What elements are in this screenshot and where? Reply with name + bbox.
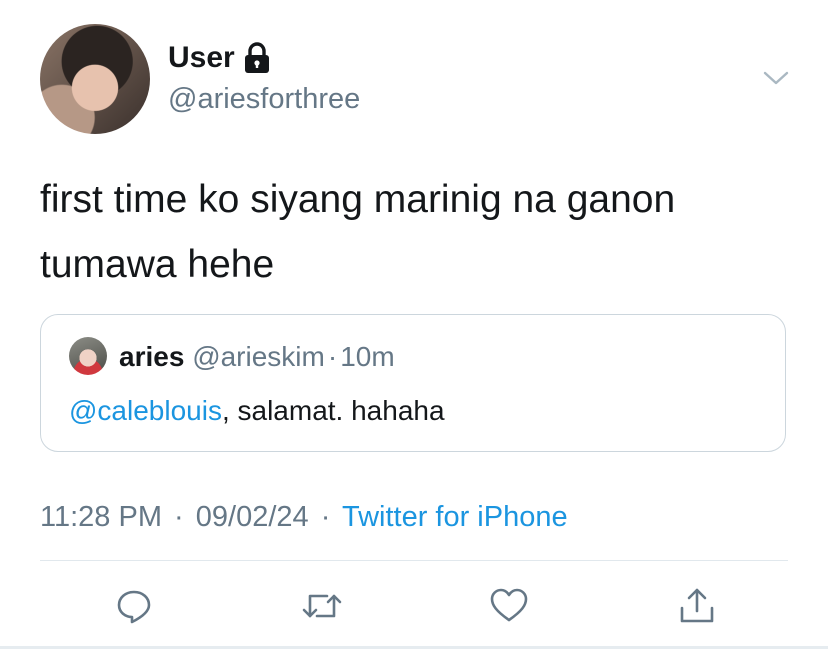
meta-separator-2: · xyxy=(320,501,331,533)
quoted-time-ago: 10m xyxy=(340,341,395,372)
tweet-date: 09/02/24 xyxy=(195,501,309,533)
quoted-separator: · xyxy=(327,341,338,372)
retweet-icon xyxy=(302,594,342,618)
share-icon xyxy=(680,588,714,623)
quoted-tweet-text: @caleblouis, salamat. hahaha xyxy=(69,393,445,429)
action-bar xyxy=(0,583,828,629)
author-handle[interactable]: @ariesforthree xyxy=(168,82,360,116)
tweet-text: first time ko siyang marinig na ganon tu… xyxy=(40,178,676,286)
quoted-mention-link[interactable]: @caleblouis xyxy=(69,395,222,426)
author-avatar[interactable] xyxy=(40,24,150,134)
quoted-text-rest: , salamat. hahaha xyxy=(221,395,445,426)
reply-icon xyxy=(117,590,151,624)
quoted-author-handle: @arieskim xyxy=(192,341,325,372)
reply-button[interactable] xyxy=(111,583,157,629)
quoted-author-avatar xyxy=(69,337,107,375)
tweet-time: 11:28 PM xyxy=(40,501,162,533)
retweet-button[interactable] xyxy=(299,583,345,629)
quoted-tweet[interactable]: aries @arieskim · 10m @caleblouis, salamat… xyxy=(40,314,786,452)
quoted-author-name: aries xyxy=(119,341,185,372)
divider xyxy=(40,560,788,561)
meta-separator-1: · xyxy=(174,501,184,533)
tweet-metadata: 11:28 PM · 09/02/24 · Twitter for iPhone xyxy=(40,499,568,535)
lock-icon xyxy=(244,42,269,73)
author-name[interactable]: User xyxy=(168,40,235,76)
quoted-tweet-header: aries @arieskim · 10m xyxy=(119,340,395,374)
author-name-row: User xyxy=(168,40,271,76)
heart-icon xyxy=(490,588,528,622)
tweet-source-link[interactable]: Twitter for iPhone xyxy=(342,501,568,533)
chevron-down-icon[interactable] xyxy=(763,68,789,88)
like-button[interactable] xyxy=(486,583,532,629)
share-button[interactable] xyxy=(674,583,720,629)
